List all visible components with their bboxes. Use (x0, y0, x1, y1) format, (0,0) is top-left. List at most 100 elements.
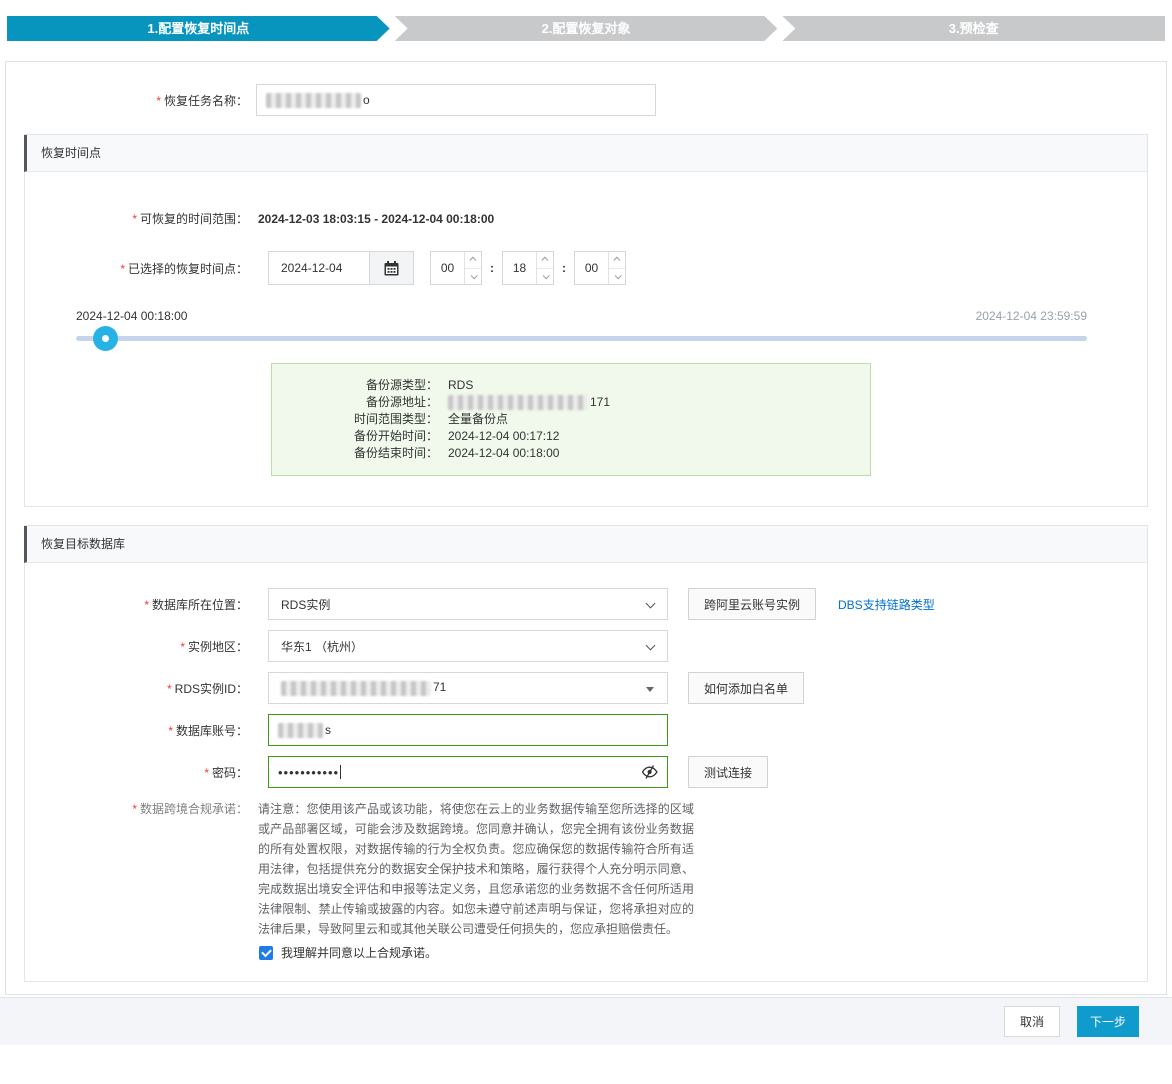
recoverable-range-label: * 可恢复的时间范围： (132, 212, 248, 226)
db-account-row: * 数据库账号： s (25, 714, 1147, 746)
backup-source-type-value: RDS (448, 378, 474, 392)
required-marker: * (120, 261, 125, 276)
compliance-box: 请注意：您使用该产品或该功能，将使您在云上的业务数据传输至您所选择的区域或产品部… (258, 799, 694, 961)
chevron-up-icon (468, 256, 476, 264)
restore-date-value: 2024-12-04 (281, 261, 343, 275)
required-marker: * (166, 681, 172, 696)
recoverable-range-value: 2024-12-03 18:03:15 - 2024-12-04 00:18:0… (258, 211, 495, 226)
restore-time-section-title: 恢复时间点 (24, 135, 1147, 172)
backup-source-addr-label: 备份源地址： (365, 395, 438, 409)
time-separator: : (562, 261, 566, 275)
db-account-input[interactable]: s (268, 714, 668, 746)
minute-value: 18 (512, 261, 527, 275)
restore-time-section: 恢复时间点 * 可恢复的时间范围： 2024-12-03 18:03:15 - 2… (24, 134, 1148, 507)
backup-end-value: 2024-12-04 00:18:00 (448, 446, 560, 460)
step-3-label: 3.预检查 (948, 21, 999, 36)
add-whitelist-help-button[interactable]: 如何添加白名单 (688, 672, 805, 704)
backup-info-box: 备份源类型： RDS 备份源地址： 171 时间范围类型： 全量备份点 备份开始… (271, 363, 871, 476)
password-input[interactable]: ••••••••••• (268, 756, 668, 788)
required-marker: * (144, 597, 149, 612)
region-select[interactable]: 华东1 （杭州） (268, 630, 668, 662)
slider-max-label: 2024-12-04 23:59:59 (975, 309, 1087, 323)
task-name-label: * 恢复任务名称： (156, 93, 248, 108)
required-marker: * (180, 639, 185, 654)
backup-source-addr-row: 备份源地址： 171 (272, 394, 870, 411)
hour-value: 00 (440, 261, 455, 275)
chevron-down-icon (645, 598, 656, 609)
redacted-task-name (266, 92, 361, 108)
hour-decrement-button[interactable] (465, 269, 481, 285)
time-separator: : (490, 261, 494, 275)
step-3-precheck[interactable]: 3.预检查 (782, 16, 1166, 41)
region-value: 华东1 （杭州） (281, 639, 364, 654)
db-location-value: RDS实例 (281, 597, 331, 612)
recoverable-range-row: * 可恢复的时间范围： 2024-12-03 18:03:15 - 2024-12… (25, 210, 1147, 227)
hour-spinner[interactable]: 00 (430, 251, 482, 285)
second-increment-button[interactable] (609, 252, 625, 269)
backup-source-addr-value: 171 (448, 394, 610, 411)
backup-start-label: 备份开始时间： (353, 429, 438, 443)
backup-source-type-row: 备份源类型： RDS (272, 377, 870, 394)
target-db-section-title: 恢复目标数据库 (24, 526, 1147, 563)
db-location-row: * 数据库所在位置： RDS实例 跨阿里云账号实例 DBS支持链路类型 (25, 588, 1147, 620)
test-connection-button[interactable]: 测试连接 (688, 756, 769, 788)
db-location-select[interactable]: RDS实例 (268, 588, 668, 620)
step-1-label: 1.配置恢复时间点 (147, 21, 250, 36)
backup-end-label: 备份结束时间： (353, 446, 438, 460)
task-name-input[interactable]: o (256, 84, 656, 116)
calendar-picker-button[interactable] (370, 251, 414, 285)
chevron-down-icon (645, 640, 656, 651)
task-name-suffix: o (363, 93, 370, 107)
redacted-source-addr (448, 395, 588, 411)
step-wizard: 1.配置恢复时间点 2.配置恢复对象 3.预检查 (7, 16, 1166, 41)
compliance-text: 请注意：您使用该产品或该功能，将使您在云上的业务数据传输至您所选择的区域或产品部… (258, 802, 694, 936)
chevron-down-icon (470, 272, 478, 280)
agree-label: 我理解并同意以上合规承诺。 (281, 946, 438, 960)
minute-increment-button[interactable] (537, 252, 553, 269)
minute-spinner[interactable]: 18 (502, 251, 554, 285)
agree-checkbox[interactable] (259, 945, 273, 960)
agree-row: 我理解并同意以上合规承诺。 (258, 944, 694, 961)
hour-increment-button[interactable] (465, 252, 481, 269)
rds-instance-value: 71 (281, 680, 446, 696)
step-2-configure-restore-objects[interactable]: 2.配置恢复对象 (395, 16, 778, 41)
redacted-account (278, 722, 323, 738)
required-marker: * (204, 765, 209, 780)
backup-end-row: 备份结束时间： 2024-12-04 00:18:00 (272, 445, 870, 462)
cross-account-instance-button[interactable]: 跨阿里云账号实例 (688, 588, 817, 620)
required-marker: * (132, 802, 137, 816)
compliance-row: * 数据跨境合规承诺： 请注意：您使用该产品或该功能，将使您在云上的业务数据传输至… (25, 799, 1147, 961)
rds-instance-select[interactable]: 71 (268, 672, 668, 704)
backup-source-type-label: 备份源类型： (365, 378, 438, 392)
time-range-slider: 2024-12-04 00:18:00 2024-12-04 23:59:59 (76, 309, 1087, 359)
time-range-type-label: 时间范围类型： (353, 412, 438, 426)
region-label: * 实例地区： (180, 639, 248, 654)
chevron-down-icon (542, 272, 550, 280)
eye-slash-icon (641, 765, 658, 779)
second-spinner[interactable]: 00 (574, 251, 626, 285)
db-account-label: * 数据库账号： (168, 723, 248, 738)
dbs-supported-links-link[interactable]: DBS支持链路类型 (838, 596, 935, 613)
step-1-configure-restore-time[interactable]: 1.配置恢复时间点 (7, 16, 390, 41)
backup-start-value: 2024-12-04 00:17:12 (448, 429, 560, 443)
selected-time-row: * 已选择的恢复时间点： 2024-12-04 00: 18: 00 (25, 251, 1147, 285)
dropdown-triangle-icon (646, 687, 654, 692)
second-decrement-button[interactable] (609, 269, 625, 285)
minute-decrement-button[interactable] (537, 269, 553, 285)
password-row: * 密码： ••••••••••• 测试连接 (25, 756, 1147, 788)
required-marker: * (132, 212, 137, 226)
slider-track[interactable] (76, 336, 1087, 341)
slider-handle[interactable] (93, 326, 118, 351)
chevron-up-icon (612, 256, 620, 264)
compliance-label: * 数据跨境合规承诺： (132, 802, 248, 816)
toggle-password-visibility-button[interactable] (641, 764, 658, 783)
time-range-type-value: 全量备份点 (448, 412, 509, 426)
calendar-icon (384, 260, 399, 275)
restore-date-input[interactable]: 2024-12-04 (268, 251, 370, 285)
next-step-button[interactable]: 下一步 (1077, 1006, 1139, 1037)
restore-config-panel: * 恢复任务名称： o 恢复时间点 * 可恢复的时间范围： 2024-12-03 1… (5, 61, 1167, 995)
cancel-button[interactable]: 取消 (1004, 1006, 1060, 1037)
db-location-label: * 数据库所在位置： (144, 597, 248, 612)
slider-min-label: 2024-12-04 00:18:00 (76, 309, 188, 323)
password-label: * 密码： (204, 765, 248, 780)
